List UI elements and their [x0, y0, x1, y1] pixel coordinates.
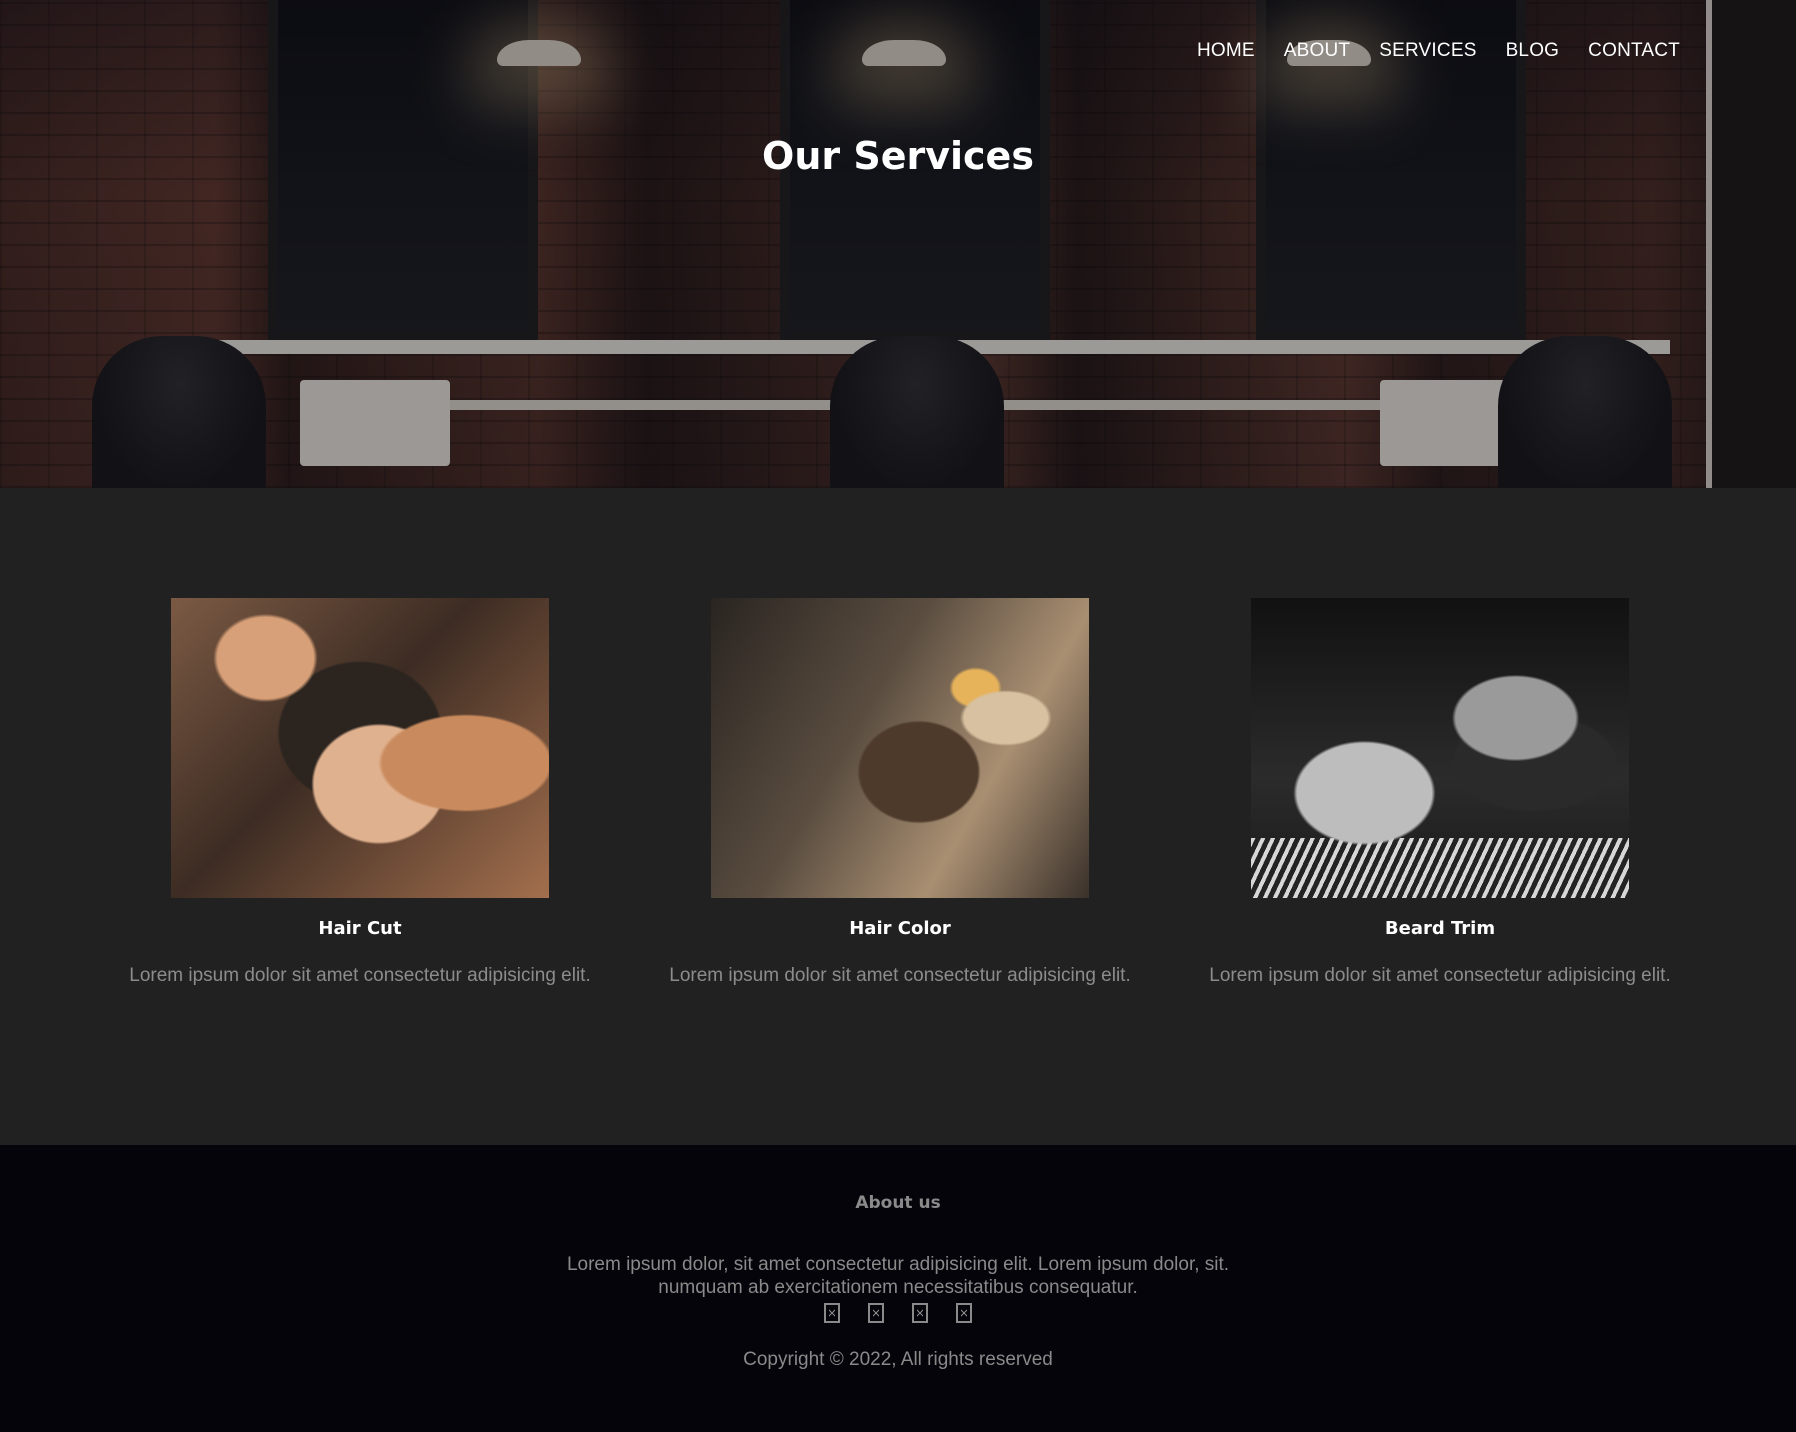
nav-home[interactable]: HOME	[1197, 40, 1255, 62]
hero-banner: HOME ABOUT SERVICES BLOG CONTACT Our Ser…	[0, 0, 1796, 488]
services-section: Hair Cut Lorem ipsum dolor sit amet cons…	[0, 488, 1796, 1145]
page-title: Our Services	[762, 134, 1034, 178]
service-description: Lorem ipsum dolor sit amet consectetur a…	[669, 965, 1131, 986]
nav-about[interactable]: ABOUT	[1284, 40, 1350, 62]
footer-about-line-2: numquam ab exercitationem necessitatibus…	[658, 1277, 1138, 1298]
social-icon-2[interactable]: missing-glyph-icon	[868, 1303, 884, 1323]
nav-services[interactable]: SERVICES	[1379, 40, 1476, 62]
beard-trim-photo	[1251, 598, 1629, 898]
service-name: Beard Trim	[1384, 918, 1496, 939]
copyright-text: Copyright © 2022, All rights reserved	[743, 1349, 1053, 1370]
footer-about-text: Lorem ipsum dolor, sit amet consectetur …	[0, 1253, 1796, 1299]
site-footer: About us Lorem ipsum dolor, sit amet con…	[0, 1145, 1796, 1432]
service-card-beard-trim: Beard Trim Lorem ipsum dolor sit amet co…	[1190, 598, 1690, 987]
nav-contact[interactable]: CONTACT	[1588, 40, 1680, 62]
footer-about-line-1: Lorem ipsum dolor, sit amet consectetur …	[566, 1254, 1230, 1275]
service-description: Lorem ipsum dolor sit amet consectetur a…	[129, 965, 591, 986]
social-icon-3[interactable]: missing-glyph-icon	[912, 1303, 928, 1323]
social-links: missing-glyph-icon missing-glyph-icon mi…	[0, 1303, 1796, 1323]
nav-blog[interactable]: BLOG	[1506, 40, 1560, 62]
hair-cut-photo	[171, 598, 549, 898]
service-description: Lorem ipsum dolor sit amet consectetur a…	[1209, 965, 1671, 986]
service-card-hair-color: Hair Color Lorem ipsum dolor sit amet co…	[650, 598, 1150, 987]
hero-overlay	[0, 0, 1796, 488]
main-nav: HOME ABOUT SERVICES BLOG CONTACT	[1197, 40, 1680, 62]
service-name: Hair Cut	[318, 918, 402, 939]
footer-title: About us	[855, 1193, 941, 1213]
hair-color-photo	[711, 598, 1089, 898]
social-icon-4[interactable]: missing-glyph-icon	[956, 1303, 972, 1323]
social-icon-1[interactable]: missing-glyph-icon	[824, 1303, 840, 1323]
service-name: Hair Color	[849, 918, 951, 939]
service-card-hair-cut: Hair Cut Lorem ipsum dolor sit amet cons…	[110, 598, 610, 987]
